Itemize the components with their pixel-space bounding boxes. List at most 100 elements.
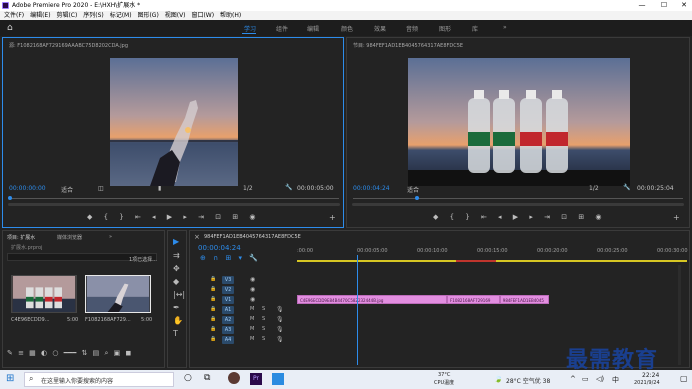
tab-graphics[interactable]: 图形	[439, 24, 451, 33]
ime-indicator[interactable]: 中	[612, 375, 619, 385]
menu-window[interactable]: 窗口(W)	[191, 11, 214, 20]
program-resolution-dropdown[interactable]: 1/2	[589, 185, 599, 192]
program-scrollbar[interactable]	[352, 203, 684, 206]
tab-more[interactable]: »	[503, 24, 507, 31]
tab-audio[interactable]: 音频	[406, 24, 418, 33]
track-s-button[interactable]: S	[262, 316, 265, 322]
track-m-button[interactable]: M	[250, 316, 254, 322]
track-m-button[interactable]: M	[250, 326, 254, 332]
hand-tool-icon[interactable]: ✋	[173, 316, 183, 325]
project-item-thumbnail-hand-bottle[interactable]	[85, 275, 151, 313]
track-lock-icon[interactable]: 🔒	[210, 326, 216, 332]
notification-icon[interactable]: ▢	[680, 374, 688, 383]
project-item-thumbnail-bottles[interactable]	[11, 275, 77, 313]
tray-up-icon[interactable]: ^	[570, 375, 576, 383]
track-lock-icon[interactable]: 🔒	[210, 276, 216, 282]
track-lock-icon[interactable]: 🔒	[210, 296, 216, 302]
track-lock-icon[interactable]: 🔒	[210, 306, 216, 312]
menu-view[interactable]: 视图(V)	[165, 11, 186, 20]
timeline-close-icon[interactable]: ×	[194, 233, 200, 241]
home-icon[interactable]: ⌂	[7, 23, 13, 33]
maximize-icon[interactable]: ☐	[656, 0, 672, 11]
menu-edit[interactable]: 编辑(E)	[30, 11, 50, 20]
track-eye-icon[interactable]: ◉	[250, 286, 255, 293]
timeline-playhead[interactable]	[356, 255, 358, 365]
windows-start-icon[interactable]: ⊞	[6, 373, 14, 384]
tab-color[interactable]: 颜色	[341, 24, 353, 33]
track-s-button[interactable]: S	[262, 326, 265, 332]
menu-marker[interactable]: 标记(M)	[110, 11, 132, 20]
clock-date[interactable]: 2021/9/24	[634, 380, 660, 386]
weather-text[interactable]: 28°C 空气优 38	[506, 376, 550, 385]
close-icon[interactable]: ✕	[676, 0, 692, 11]
source-add-button[interactable]: +	[329, 213, 336, 222]
tab-effects[interactable]: 效果	[374, 24, 386, 33]
microphone-icon[interactable]: 🎙	[276, 326, 284, 333]
track-m-button[interactable]: M	[250, 306, 254, 312]
track-target-a2[interactable]: A2	[222, 316, 234, 324]
source-timecode[interactable]: 00:00:00:00	[9, 185, 46, 192]
track-target-a3[interactable]: A3	[222, 326, 234, 334]
menu-help[interactable]: 帮助(H)	[220, 11, 241, 20]
app-blue-icon[interactable]	[272, 373, 284, 385]
source-transport-controls[interactable]: ◆ { } ⇤ ◂ ▶ ▸ ⇥ ⊡ ⊞ ◉	[87, 213, 297, 221]
menu-file[interactable]: 文件(F)	[4, 11, 24, 20]
timeline-scrollbar[interactable]	[678, 265, 681, 365]
program-timecode[interactable]: 00:00:04:24	[353, 185, 390, 192]
clock-time[interactable]: 22:24	[642, 372, 659, 379]
menu-graphics[interactable]: 图形(G)	[137, 11, 158, 20]
tab-project[interactable]: 项目: 扩展水	[7, 234, 35, 241]
network-icon[interactable]: ▭	[582, 375, 589, 383]
track-lock-icon[interactable]: 🔒	[210, 286, 216, 292]
timeline-timecode[interactable]: 00:00:04:24	[198, 244, 241, 252]
microphone-icon[interactable]: 🎙	[276, 336, 284, 343]
program-fit-dropdown[interactable]: 适合	[407, 185, 419, 194]
taskbar-search-box[interactable]: ⌕ 在这里输入你要搜索的内容	[24, 372, 174, 387]
razor-tool-icon[interactable]: ◆	[173, 277, 179, 286]
track-s-button[interactable]: S	[262, 336, 265, 342]
timeline-ruler[interactable]: :00:00 00:00:05:00 00:00:10:00 00:00:15:00 0…	[297, 248, 688, 258]
source-wrench-icon[interactable]: 🔧	[285, 184, 292, 191]
track-target-a1[interactable]: A1	[222, 306, 234, 314]
project-bottom-toolbar[interactable]: ✎ ≡ ▦ ◐ ○ ━━━ ⇅ ▤ ⌕ ▣ ◼	[7, 349, 163, 359]
slip-tool-icon[interactable]: |↔|	[173, 290, 185, 299]
source-time-ruler[interactable]	[9, 198, 339, 199]
tab-learn[interactable]: 学习	[244, 24, 256, 33]
source-marker-icon[interactable]: ▮	[158, 185, 161, 192]
track-target-a4[interactable]: A4	[222, 336, 234, 344]
program-add-button[interactable]: +	[673, 213, 680, 222]
track-m-button[interactable]: M	[250, 336, 254, 342]
source-resolution-dropdown[interactable]: 1/2	[243, 185, 253, 192]
program-time-ruler[interactable]	[353, 198, 683, 199]
track-eye-icon[interactable]: ◉	[250, 296, 255, 303]
timeline-clip[interactable]: F1082168AF729169	[447, 295, 500, 304]
program-wrench-icon[interactable]: 🔧	[623, 184, 630, 191]
type-tool-icon[interactable]: T	[173, 329, 178, 338]
volume-icon[interactable]: ◁)	[596, 375, 604, 383]
selection-tool-icon[interactable]: ▶	[173, 237, 179, 246]
tab-editing[interactable]: 编辑	[307, 24, 319, 33]
source-settings-icon[interactable]: ◫	[98, 185, 104, 192]
premiere-taskbar-icon[interactable]: Pr	[250, 373, 262, 385]
tab-assembly[interactable]: 组件	[276, 24, 288, 33]
task-view-icon[interactable]: ⧉	[204, 373, 210, 383]
cortana-icon[interactable]: ○	[184, 373, 192, 383]
timeline-clip[interactable]: 984FEF1AD1EB4045	[499, 295, 549, 304]
track-select-tool-icon[interactable]: ⇉	[173, 251, 180, 260]
track-target-v2[interactable]: V2	[222, 286, 234, 294]
menu-clip[interactable]: 剪辑(C)	[56, 11, 77, 20]
track-lock-icon[interactable]: 🔒	[210, 336, 216, 342]
pen-tool-icon[interactable]: ✒	[173, 303, 180, 312]
program-playhead[interactable]	[415, 196, 419, 200]
track-lock-icon[interactable]: 🔒	[210, 316, 216, 322]
track-eye-icon[interactable]: ◉	[250, 276, 255, 283]
timeline-toolbar[interactable]: ⊕ ∩ ⊞ ▾ 🔧	[200, 254, 270, 262]
track-target-v3[interactable]: V3	[222, 276, 234, 284]
microphone-icon[interactable]: 🎙	[276, 306, 284, 313]
source-scrollbar[interactable]	[8, 203, 340, 206]
timeline-clip[interactable]: C4E96ECDD9E84B4470C582232444B.jpg	[297, 295, 447, 304]
app-photo-icon[interactable]	[228, 372, 240, 384]
tab-libraries[interactable]: 库	[472, 24, 478, 33]
program-transport-controls[interactable]: ◆ { } ⇤ ◂ ▶ ▸ ⇥ ⊡ ⊞ ◉	[433, 213, 653, 221]
project-tab-more[interactable]: »	[109, 234, 112, 240]
